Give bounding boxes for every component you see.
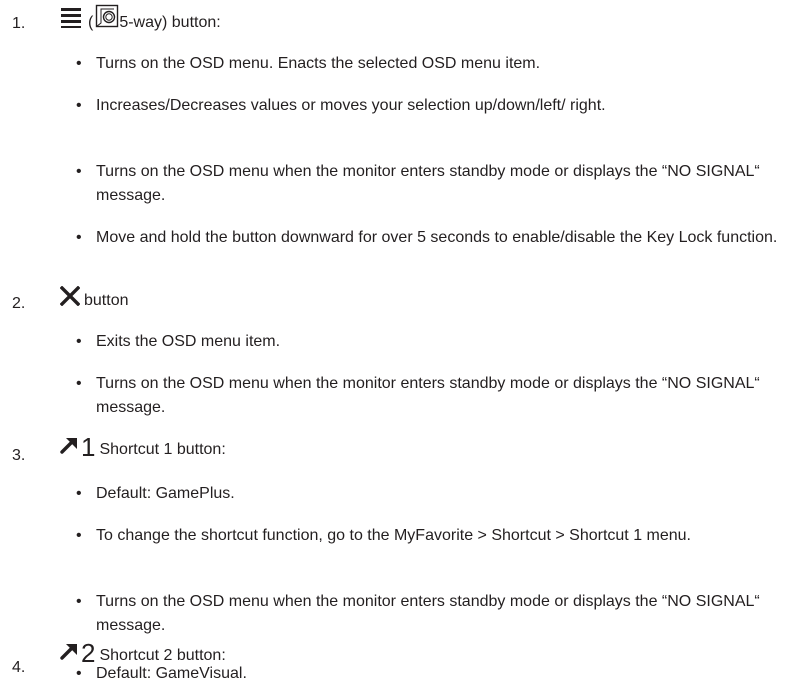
item-number: 4. [12, 659, 26, 676]
open-paren: ( [88, 14, 94, 31]
item-heading: 1 Shortcut 1 button: [60, 434, 226, 460]
item-title: 5-way) button: [119, 14, 221, 31]
shortcut-digit: 2 [81, 638, 96, 668]
shortcut-arrow-icon [60, 435, 80, 460]
menu-lines-icon [60, 6, 82, 33]
manual-page: 1. ( 5-way) button: Turns on the OSD men… [0, 0, 804, 689]
list-item: Increases/Decreases values or moves your… [76, 94, 786, 118]
list-item: To change the shortcut function, go to t… [76, 524, 786, 548]
item-title: button [84, 292, 129, 309]
item-number: 3. [12, 447, 26, 464]
item-number: 1. [12, 15, 26, 32]
list-item: Turns on the OSD menu when the monitor e… [76, 160, 786, 208]
close-x-icon [59, 285, 81, 311]
five-way-joystick-icon [95, 4, 119, 33]
item-heading: ( 5-way) button: [60, 4, 221, 33]
list-item: Default: GamePlus. [76, 482, 786, 506]
list-item: Default: GameVisual. [76, 662, 786, 686]
list-item: Move and hold the button downward for ov… [76, 226, 786, 250]
list-item: Turns on the OSD menu when the monitor e… [76, 372, 786, 420]
item-number: 2. [12, 295, 26, 312]
shortcut-digit: 1 [81, 432, 96, 462]
item-heading: button [59, 285, 129, 311]
list-item: Exits the OSD menu item. [76, 330, 786, 354]
list-item: Turns on the OSD menu when the monitor e… [76, 590, 786, 638]
item-title: Shortcut 1 button: [99, 441, 226, 458]
list-item: Turns on the OSD menu. Enacts the select… [76, 52, 786, 76]
